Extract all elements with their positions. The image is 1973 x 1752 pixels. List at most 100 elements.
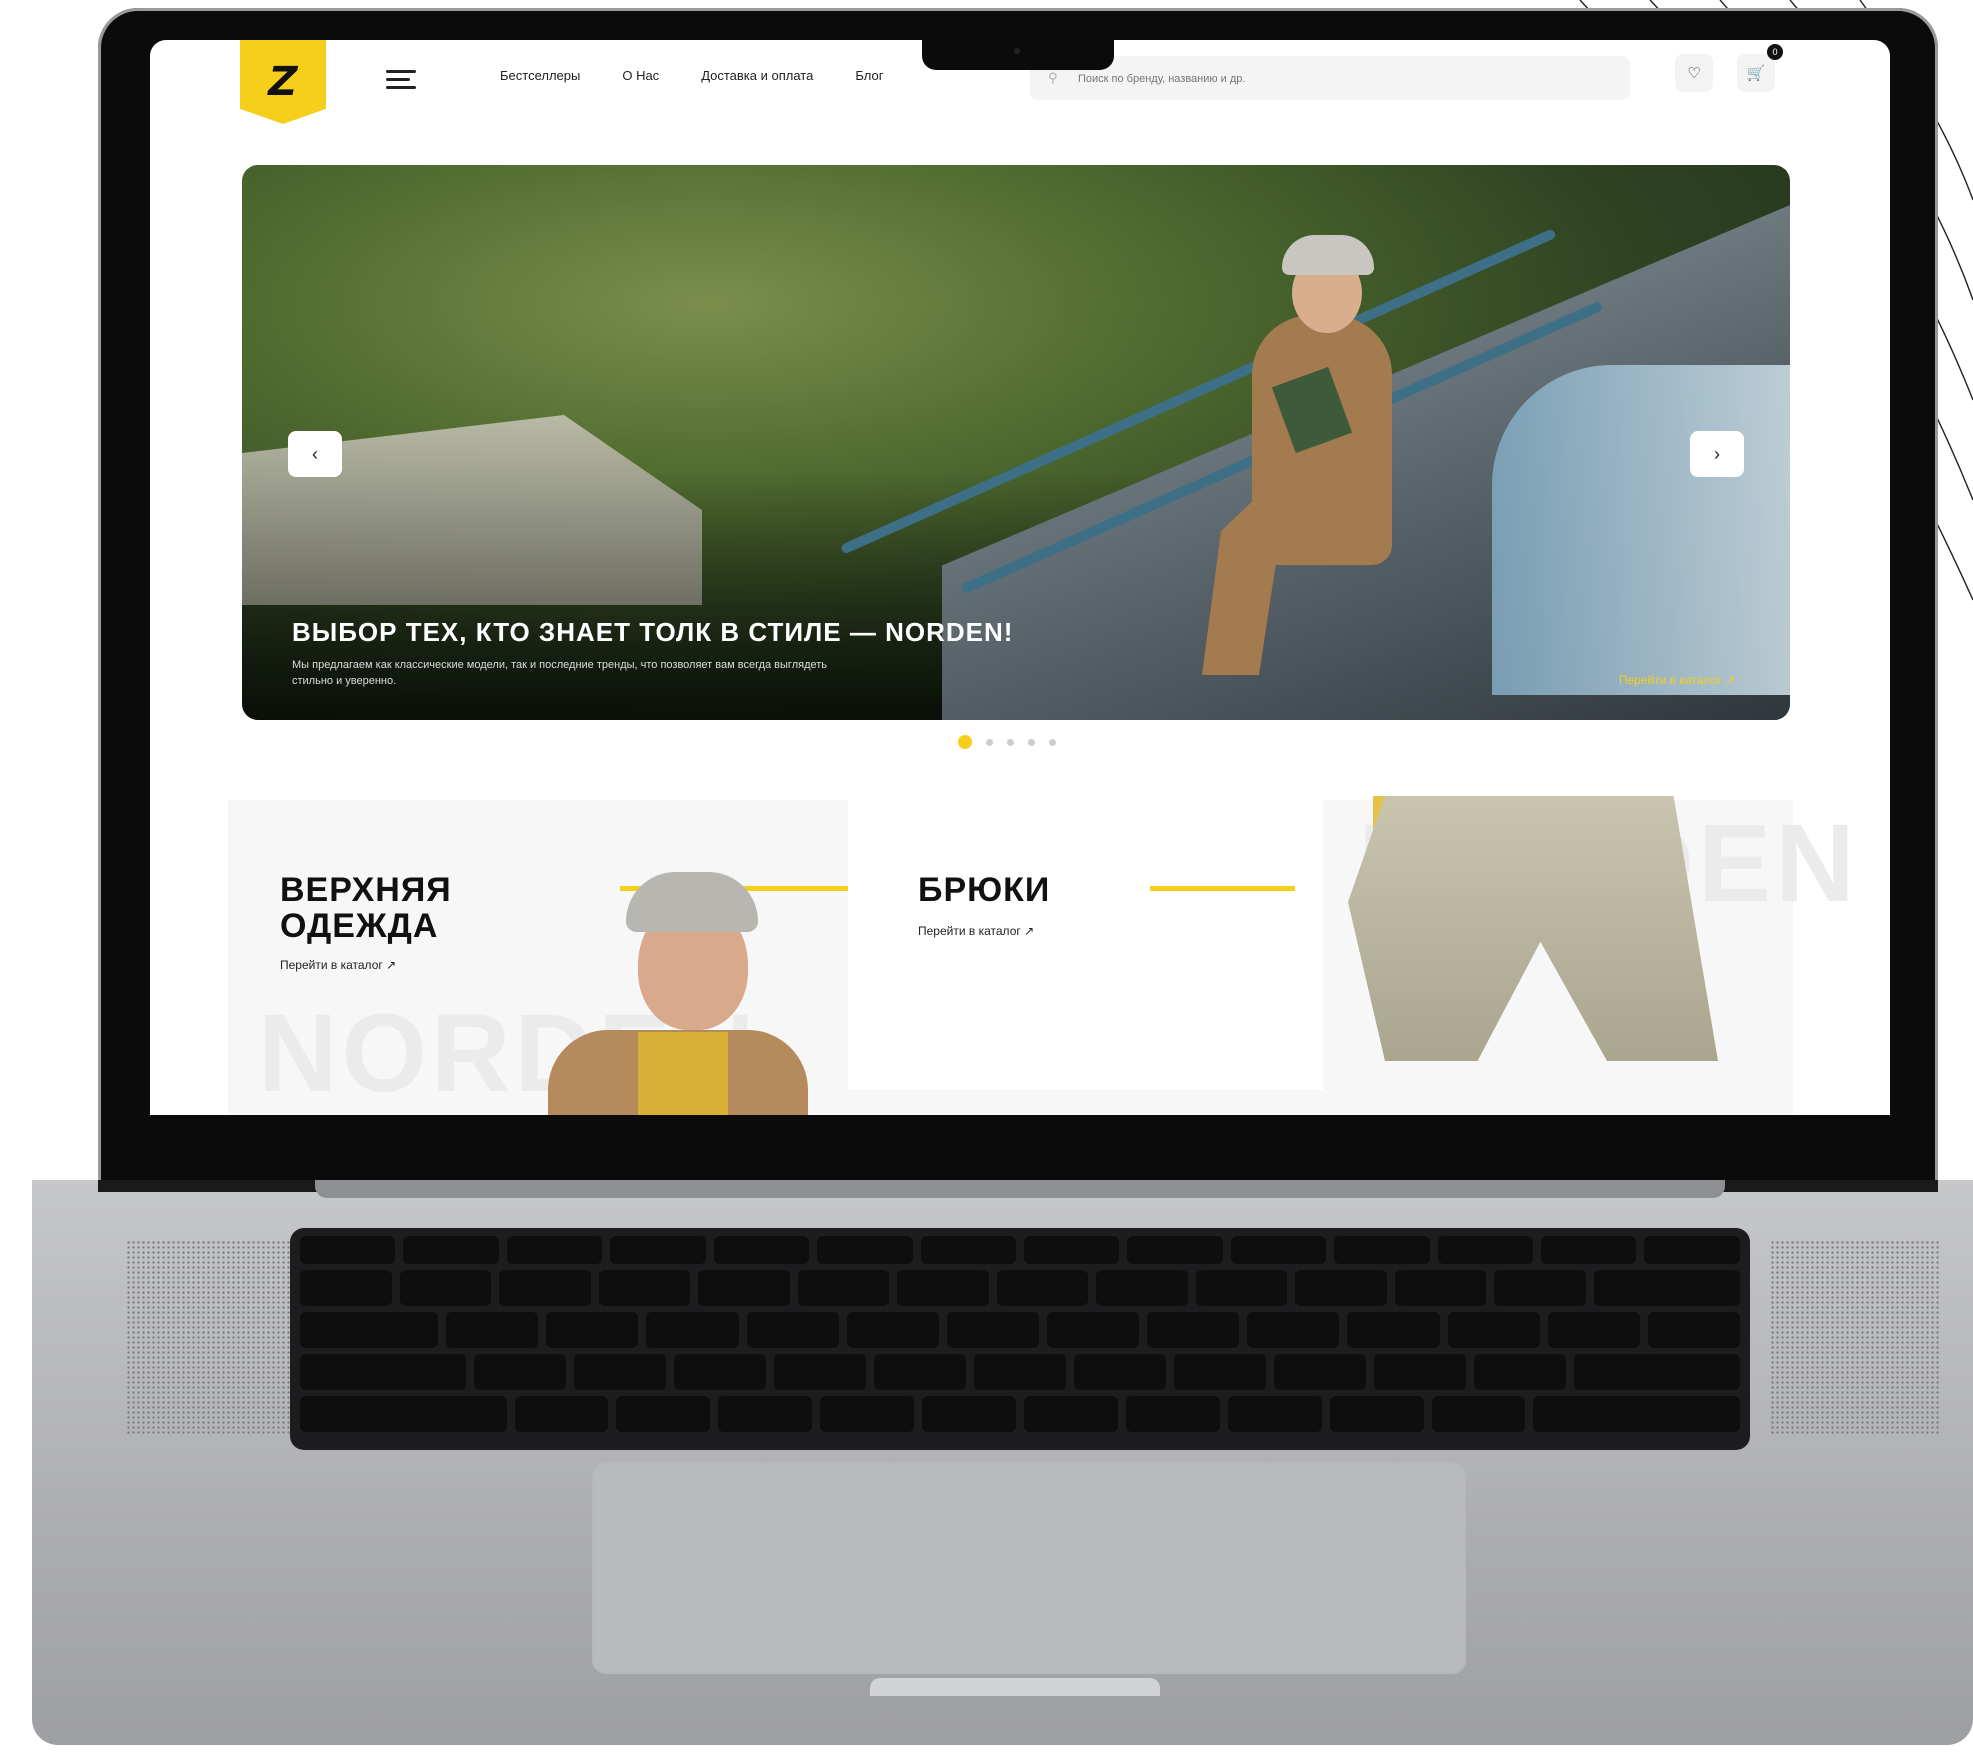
keyboard-key: [1329, 1396, 1424, 1432]
keyboard-key: [1474, 1354, 1567, 1390]
brand-logo[interactable]: Z: [240, 40, 326, 124]
chevron-left-icon: ‹: [312, 443, 318, 464]
keyboard-key: [974, 1354, 1067, 1390]
keyboard-key: [897, 1270, 989, 1306]
keyboard-key: [817, 1236, 913, 1264]
search-input[interactable]: [1076, 67, 1600, 91]
keyboard-key: [1644, 1236, 1740, 1264]
logo-letter: Z: [263, 59, 303, 105]
keyboard-key: [300, 1270, 392, 1306]
cart-button[interactable]: 🛒 0: [1737, 44, 1783, 92]
keyboard-key: [300, 1354, 466, 1390]
category-title-trousers: БРЮКИ: [918, 871, 1051, 909]
keyboard: [290, 1228, 1750, 1450]
trackpad: [592, 1462, 1466, 1674]
keyboard-key: [1074, 1354, 1167, 1390]
keyboard-key: [573, 1354, 666, 1390]
search-box: ⚲: [1030, 56, 1630, 100]
search-icon: ⚲: [1048, 70, 1058, 85]
keyboard-key: [922, 1396, 1017, 1432]
keyboard-key: [403, 1236, 499, 1264]
slider-dot[interactable]: [958, 735, 972, 749]
keyboard-key: [820, 1396, 915, 1432]
keyboard-key: [718, 1396, 813, 1432]
keyboard-key: [1533, 1396, 1741, 1432]
keyboard-key: [873, 1354, 967, 1390]
chevron-right-icon: ›: [1714, 443, 1720, 464]
keyboard-key: [598, 1270, 690, 1306]
cart-icon: 🛒: [1746, 65, 1766, 82]
keyboard-key: [546, 1312, 639, 1348]
hero-photo-person: [1282, 235, 1374, 275]
categories-section: NORDEN NORDEN ВЕРХНЯЯ ОДЕЖДА Перейти в к…: [228, 796, 1855, 1115]
nav-bestsellers[interactable]: Бестселлеры: [500, 68, 580, 83]
keyboard-key: [300, 1312, 439, 1348]
keyboard-key: [1230, 1236, 1327, 1264]
slider-dot[interactable]: [1007, 738, 1014, 746]
keyboard-key: [1096, 1270, 1188, 1306]
favorites-button[interactable]: ♡: [1675, 54, 1713, 92]
category-title-line: ОДЕЖДА: [280, 907, 439, 945]
main-nav: Бестселлеры О Нас Доставка и оплата Блог: [500, 68, 883, 83]
cart-count-badge: 0: [1767, 44, 1783, 60]
slider-dot[interactable]: [986, 738, 993, 746]
keyboard-key: [610, 1236, 706, 1264]
nav-about[interactable]: О Нас: [622, 68, 659, 83]
keyboard-key: [946, 1312, 1040, 1348]
keyboard-key: [1547, 1312, 1640, 1348]
keyboard-key: [1127, 1236, 1223, 1264]
keyboard-key: [673, 1354, 766, 1390]
nav-delivery[interactable]: Доставка и оплата: [701, 68, 813, 83]
keyboard-key: [1334, 1236, 1430, 1264]
keyboard-key: [1647, 1312, 1741, 1348]
outerwear-catalog-link[interactable]: Перейти в каталог ↗: [280, 958, 396, 972]
keyboard-key: [506, 1236, 603, 1264]
keyboard-key: [1147, 1312, 1240, 1348]
keyboard-key: [1447, 1312, 1540, 1348]
keyboard-key: [514, 1396, 609, 1432]
keyboard-key: [300, 1236, 396, 1264]
keyboard-key: [746, 1312, 839, 1348]
slider-dot[interactable]: [1028, 738, 1035, 746]
slider-dot[interactable]: [1049, 738, 1056, 746]
keyboard-key: [1394, 1270, 1486, 1306]
keyboard-key: [1374, 1354, 1467, 1390]
keyboard-key: [1437, 1236, 1534, 1264]
keyboard-key: [473, 1354, 566, 1390]
hero-subtitle: Мы предлагаем как классические модели, т…: [292, 659, 828, 687]
menu-icon[interactable]: [386, 70, 416, 90]
keyboard-key: [773, 1354, 866, 1390]
keyboard-key: [1227, 1396, 1322, 1432]
keyboard-key: [300, 1396, 507, 1432]
hero-catalog-link[interactable]: Перейти в каталог ↗: [1619, 673, 1735, 687]
keyboard-key: [1024, 1396, 1118, 1432]
nav-blog[interactable]: Блог: [855, 68, 883, 83]
slider-dots: [958, 735, 1056, 749]
laptop-front-notch: [870, 1678, 1160, 1696]
speaker-grille-left: [126, 1240, 296, 1435]
keyboard-key: [646, 1312, 739, 1348]
heart-icon: ♡: [1687, 65, 1701, 82]
keyboard-key: [1274, 1354, 1367, 1390]
slider-prev-button[interactable]: ‹: [288, 431, 342, 477]
keyboard-key: [1431, 1396, 1526, 1432]
outerwear-photo: [638, 1032, 728, 1115]
keyboard-key: [846, 1312, 939, 1348]
keyboard-key: [920, 1236, 1016, 1264]
slider-next-button[interactable]: ›: [1690, 431, 1744, 477]
keyboard-key: [1295, 1270, 1387, 1306]
keyboard-key: [1125, 1396, 1220, 1432]
keyboard-key: [616, 1396, 711, 1432]
hero-title: ВЫБОР ТЕХ, КТО ЗНАЕТ ТОЛК В СТИЛЕ — NORD…: [292, 617, 1014, 647]
speaker-grille-right: [1770, 1240, 1940, 1435]
keyboard-key: [713, 1236, 810, 1264]
trousers-card[interactable]: [848, 800, 1323, 1090]
keyboard-key: [1593, 1270, 1740, 1306]
keyboard-key: [1174, 1354, 1267, 1390]
camera-notch: [922, 36, 1114, 70]
keyboard-key: [698, 1270, 790, 1306]
trousers-catalog-link[interactable]: Перейти в каталог ↗: [918, 924, 1034, 938]
keyboard-key: [996, 1270, 1088, 1306]
hero-photo-seat: [1492, 365, 1790, 695]
keyboard-key: [1195, 1270, 1287, 1306]
